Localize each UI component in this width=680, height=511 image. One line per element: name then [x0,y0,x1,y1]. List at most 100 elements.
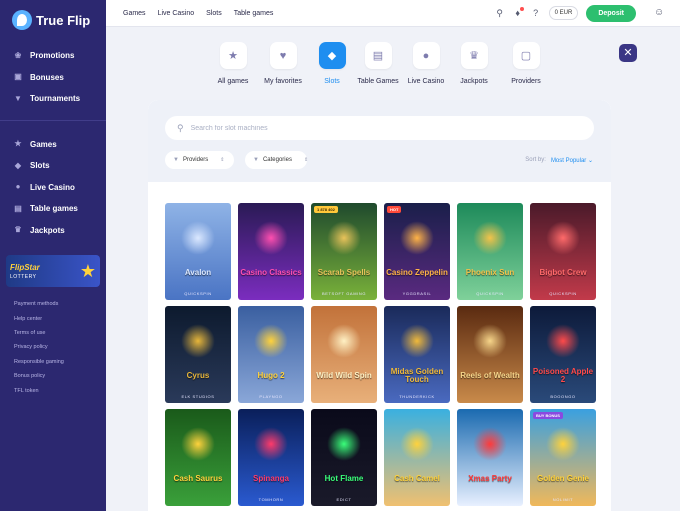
footer-link-privacy-policy[interactable]: Privacy policy [14,340,106,354]
tab-jackpots[interactable]: ♛ Jackpots [455,42,493,85]
game-title: Cash Saurus [173,473,223,483]
panel-header: ⚲ ▼ Providers ⇕ ▼ Categories ⇕ Sort by: … [148,100,611,182]
game-tile[interactable]: BUY BONUS Golden Genie NOLIMIT [530,409,596,506]
top-nav-table-games[interactable]: Table games [234,10,274,17]
game-tile[interactable]: Midas Golden Touch THUNDERKICK [384,306,450,403]
game-title: Wild Wild Spin [316,370,372,380]
sidebar-item-label: Table games [30,204,78,214]
sidebar-item-jackpots[interactable]: ♛ Jackpots [0,220,106,242]
game-title: Phoenix Sun [465,267,515,277]
top-nav-live-casino[interactable]: Live Casino [158,10,195,17]
game-artwork [473,221,507,255]
diamond-icon: ◆ [14,160,22,170]
search-input[interactable] [190,124,551,132]
tab-providers[interactable]: ▢ Providers [506,42,546,85]
tab-all-games[interactable]: ★ All games [214,42,252,85]
brand-logo[interactable]: True Flip [0,0,106,40]
footer-link-terms-of-use[interactable]: Terms of use [14,326,106,340]
tab-live-casino[interactable]: ● Live Casino [402,42,450,85]
crown-icon: ♛ [460,42,488,69]
sidebar-item-bonuses[interactable]: ▣ Bonuses [0,67,106,89]
footer-link-help-center[interactable]: Help center [14,311,106,325]
game-tile[interactable]: HOT Casino Zeppelin YGGDRASIL [384,203,450,300]
box-icon: ▢ [512,42,540,69]
search-bar[interactable]: ⚲ [165,116,594,140]
game-tile[interactable]: Hot Flame EDICT [311,409,377,506]
game-badge: HOT [387,206,402,213]
bell-icon[interactable]: ♦ [513,7,524,18]
game-tile[interactable]: Bigbot Crew QUICKSPIN [530,203,596,300]
sidebar-item-slots[interactable]: ◆ Slots [0,155,106,177]
game-tile[interactable]: Cash Camel [384,409,450,506]
sidebar-divider [0,119,106,121]
true-flip-logo-icon [12,10,32,30]
deposit-button[interactable]: Deposit [586,4,636,22]
game-provider: NOLIMIT [552,497,574,502]
sidebar-item-live-casino[interactable]: ● Live Casino [0,177,106,199]
sidebar-footer-links: Payment methods Help center Terms of use… [0,287,106,398]
profile-icon[interactable]: ☺ [654,8,664,18]
gift-icon: ▣ [14,72,22,82]
sidebar-item-tournaments[interactable]: ▼ Tournaments [0,88,106,110]
game-tile[interactable]: Cyrus ELK STUDIOS [165,306,231,403]
game-tile[interactable]: Spinanga TOMHORN [238,409,304,506]
tab-slots[interactable]: ◆ Slots [316,42,348,85]
balance-display[interactable]: 0 EUR [548,6,579,20]
game-title: Avalon [184,267,212,277]
sort-control[interactable]: Sort by: Most Popular ⌄ [525,157,593,164]
close-button[interactable]: ✕ [619,44,637,62]
game-tile[interactable]: Hugo 2 PLAYNGO [238,306,304,403]
person-icon: ● [15,182,21,192]
notification-dot [519,7,524,11]
categories-filter[interactable]: ▼ Categories ⇕ [245,151,308,169]
sort-label: Sort by: [525,157,546,163]
game-provider: QUICKSPIN [184,291,212,296]
game-tile[interactable]: Xmas Party [457,409,523,506]
game-badge: 1 878 402 [314,206,338,213]
game-title: Midas Golden Touch [390,366,444,384]
game-tile[interactable]: Phoenix Sun QUICKSPIN [457,203,523,300]
category-tabs: ★ All games ♥ My favorites ◆ Slots ▤ Table G… [214,42,546,85]
sidebar-item-promotions[interactable]: ❀ Promotions [0,45,106,67]
game-tile[interactable]: 1 878 402 Scarab Spells BETSOFT GAMING [311,203,377,300]
tab-my-favorites[interactable]: ♥ My favorites [252,42,314,85]
game-artwork [327,324,361,358]
filter-icon: ▼ [173,157,179,163]
game-tile[interactable]: Wild Wild Spin [311,306,377,403]
lottery-banner[interactable]: FlipStar LOTTERY ★ [6,255,100,287]
search-icon[interactable]: ⚲ [495,8,505,18]
game-title: Bigbot Crew [539,267,587,277]
game-title: Cyrus [186,370,210,380]
tab-label: Live Casino [407,78,445,85]
game-provider: BETSOFT GAMING [321,291,367,296]
games-icon: ★ [14,139,22,149]
game-title: Spinanga [252,473,289,483]
game-tile[interactable]: Reels of Wealth [457,306,523,403]
game-tile[interactable]: Cash Saurus [165,409,231,506]
sidebar-item-table-games[interactable]: ▤ Table games [0,198,106,220]
footer-link-payment-methods[interactable]: Payment methods [14,297,106,311]
tab-table-games[interactable]: ▤ Table Games [352,42,404,85]
sidebar-item-games[interactable]: ★ Games [0,134,106,156]
game-tile[interactable]: Poisoned Apple 2 BOOONGO [530,306,596,403]
top-nav-slots[interactable]: Slots [206,10,222,17]
game-provider: THUNDERKICK [399,394,435,399]
game-title: Casino Zeppelin [386,267,448,277]
game-title: Scarab Spells [317,267,371,277]
footer-link-responsible-gaming[interactable]: Responsible gaming [14,355,106,369]
game-tile[interactable]: Casino Classics [238,203,304,300]
star-icon: ★ [79,261,96,281]
footer-link-tfl-token[interactable]: TFL token [14,383,106,397]
game-provider: YGGDRASIL [402,291,432,296]
sort-value: Most Popular ⌄ [550,158,593,164]
game-artwork [473,427,507,461]
game-artwork [181,427,215,461]
tab-label: My favorites [264,78,302,85]
help-icon[interactable]: ? [531,8,541,18]
game-tile[interactable]: Avalon QUICKSPIN [165,203,231,300]
sidebar-item-label: Live Casino [30,182,75,192]
footer-link-bonus-policy[interactable]: Bonus policy [14,369,106,383]
game-provider: TOMHORN [258,497,284,502]
top-nav-games[interactable]: Games [123,10,146,17]
providers-filter[interactable]: ▼ Providers ⇕ [165,151,234,169]
